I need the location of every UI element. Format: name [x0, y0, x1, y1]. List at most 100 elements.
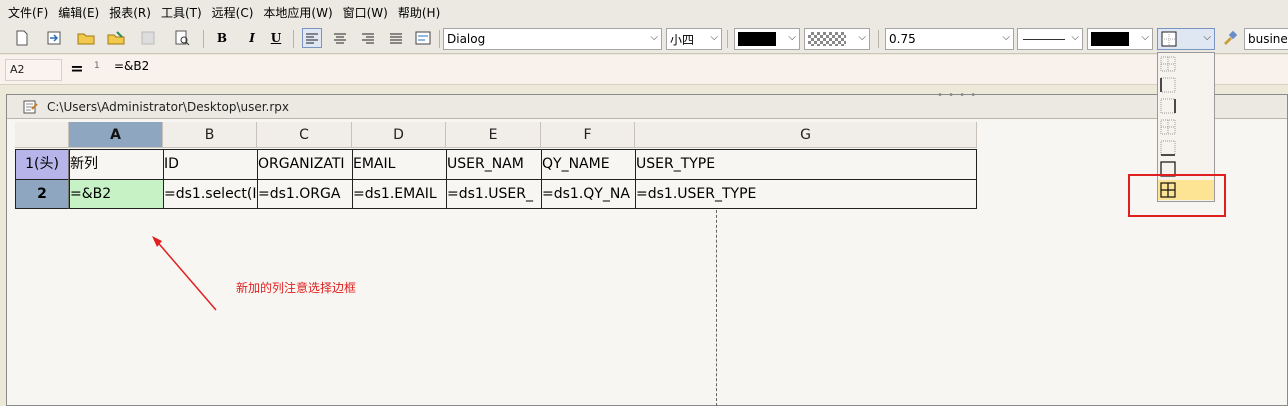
column-header[interactable]: D [352, 122, 446, 148]
chevron-down-icon: ⌵ [1002, 32, 1010, 43]
cell-reference-box[interactable]: A2 [5, 59, 62, 81]
border-option-right[interactable] [1158, 96, 1214, 116]
menu-local-apps[interactable]: 本地应用(W) [263, 4, 332, 21]
table-cell[interactable]: =ds1.QY_NA [541, 179, 635, 209]
report-designer-window: 文件(F) 编辑(E) 报表(R) 工具(T) 远程(C) 本地应用(W) 窗口… [0, 0, 1288, 406]
selected-cell[interactable]: =&B2 [69, 179, 163, 209]
separator [439, 30, 440, 48]
menu-file[interactable]: 文件(F) [8, 4, 48, 21]
column-header[interactable]: G [635, 122, 977, 148]
splitter-grip[interactable]: • • • • [937, 90, 977, 101]
table-cell[interactable]: USER_TYPE [635, 149, 977, 179]
line-width-select[interactable]: 0.75 ⌵ [885, 28, 1014, 50]
underline-button[interactable]: U [266, 28, 286, 48]
font-size-value: 小四 [670, 32, 695, 47]
column-header[interactable]: E [446, 122, 541, 148]
align-left-icon[interactable] [302, 28, 322, 48]
table-cell[interactable]: QY_NAME [541, 149, 635, 179]
chevron-down-icon: ⌵ [1203, 32, 1211, 43]
border-option-bottom[interactable] [1158, 138, 1214, 158]
formula-input[interactable]: =&B2 [114, 59, 149, 73]
highlight-callout-box [1128, 174, 1226, 217]
border-option-top-bottom[interactable] [1158, 117, 1214, 137]
table-cell[interactable]: =ds1.select(I [163, 179, 257, 209]
table-cell[interactable]: ORGANIZATI [257, 149, 352, 179]
border-color-swatch [1091, 32, 1129, 46]
chevron-down-icon: ⌵ [1071, 32, 1079, 43]
chevron-down-icon: ⌵ [788, 32, 796, 43]
justify-icon[interactable] [386, 28, 406, 48]
bold-button[interactable]: B [212, 28, 232, 48]
menu-remote[interactable]: 远程(C) [212, 4, 254, 21]
bottom-border-icon [1160, 140, 1176, 156]
column-header[interactable]: B [163, 122, 257, 148]
border-outline-icon [1161, 31, 1177, 47]
business-select[interactable]: busine [1244, 28, 1288, 50]
line-width-value: 0.75 [889, 32, 916, 46]
chevron-down-icon: ⌵ [650, 32, 658, 43]
column-header[interactable]: A [69, 122, 163, 148]
fore-color-select[interactable]: ⌵ [734, 28, 800, 50]
right-border-icon [1160, 98, 1176, 114]
back-color-select[interactable]: ⌵ [804, 28, 870, 50]
column-header[interactable]: F [541, 122, 635, 148]
separator [293, 30, 294, 48]
italic-button[interactable]: I [242, 28, 262, 48]
wrap-text-icon[interactable] [413, 28, 433, 48]
menu-edit[interactable]: 编辑(E) [58, 4, 99, 21]
business-value: busine [1248, 32, 1288, 46]
table-cell[interactable]: ID [163, 149, 257, 179]
import-icon[interactable] [44, 28, 64, 48]
new-file-icon[interactable] [12, 28, 32, 48]
row-header[interactable]: 1(头) [15, 149, 69, 179]
separator [203, 30, 204, 48]
document-path: C:\Users\Administrator\Desktop\user.rpx [47, 100, 290, 114]
fore-color-swatch [738, 32, 776, 46]
corner-header[interactable] [15, 122, 69, 148]
align-right-icon[interactable] [358, 28, 378, 48]
border-color-select[interactable]: ⌵ [1087, 28, 1153, 50]
left-border-icon [1160, 77, 1176, 93]
annotation-arrow-icon [152, 236, 217, 311]
menu-tools[interactable]: 工具(T) [161, 4, 202, 21]
equals-button[interactable]: = [66, 59, 88, 81]
line-number: 1 [94, 61, 100, 71]
border-option-none[interactable] [1158, 54, 1214, 74]
border-option-left[interactable] [1158, 75, 1214, 95]
format-painter-icon[interactable] [1219, 28, 1239, 48]
font-family-value: Dialog [447, 32, 486, 46]
top-bottom-border-icon [1160, 119, 1176, 135]
line-style-sample [1023, 38, 1065, 40]
border-style-select[interactable]: ⌵ [1157, 28, 1215, 50]
table-cell[interactable]: EMAIL [352, 149, 446, 179]
separator [727, 30, 728, 48]
save-icon[interactable] [138, 28, 158, 48]
toolbar: B I U Dialog ⌵ 小四 ⌵ ⌵ ⌵ 0.75 ⌵ ⌵ ⌵ ⌵ bus… [0, 24, 1288, 54]
open-folder-icon[interactable] [76, 28, 96, 48]
separator [878, 30, 879, 48]
table-cell[interactable]: =ds1.ORGA [257, 179, 352, 209]
menu-report[interactable]: 报表(R) [109, 4, 151, 21]
open-edit-icon[interactable] [106, 28, 126, 48]
print-preview-icon[interactable] [172, 28, 192, 48]
table-cell[interactable]: =ds1.EMAIL [352, 179, 446, 209]
font-family-select[interactable]: Dialog ⌵ [443, 28, 662, 50]
menu-window[interactable]: 窗口(W) [343, 4, 388, 21]
menu-help[interactable]: 帮助(H) [398, 4, 440, 21]
column-header[interactable]: C [257, 122, 352, 148]
font-size-select[interactable]: 小四 ⌵ [666, 28, 722, 50]
no-border-icon [1160, 56, 1176, 72]
transparent-swatch [808, 32, 846, 46]
row-header[interactable]: 2 [15, 179, 69, 209]
align-center-icon[interactable] [330, 28, 350, 48]
report-file-icon [23, 100, 38, 114]
line-style-select[interactable]: ⌵ [1017, 28, 1083, 50]
chevron-down-icon: ⌵ [858, 32, 866, 43]
chevron-down-icon: ⌵ [710, 32, 718, 43]
table-cell[interactable]: =ds1.USER_ [446, 179, 541, 209]
table-cell[interactable]: 新列 [69, 149, 163, 179]
document-title-bar: • • • • C:\Users\Administrator\Desktop\u… [7, 90, 1287, 119]
table-cell[interactable]: =ds1.USER_TYPE [635, 179, 977, 209]
chevron-down-icon: ⌵ [1141, 32, 1149, 43]
table-cell[interactable]: USER_NAM [446, 149, 541, 179]
